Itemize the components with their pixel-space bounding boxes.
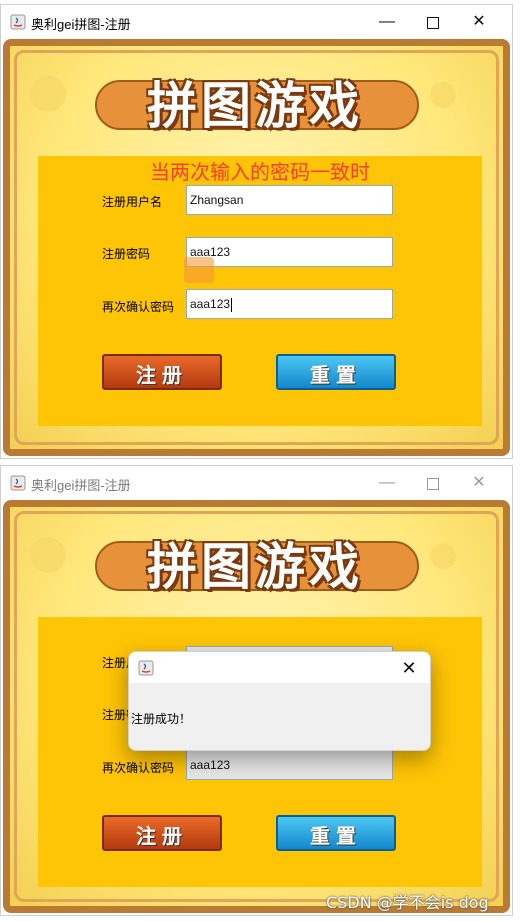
confirm-password-label: 再次确认密码 [102,761,175,775]
close-icon: ✕ [472,13,486,30]
dialog-close-button[interactable]: ✕ [396,655,422,681]
logo-text: 拼图游戏 [147,538,363,596]
reset-button[interactable]: 重置 [276,354,396,390]
password-input[interactable]: aaa123 [186,237,393,267]
maximize-button[interactable] [410,9,456,35]
maximize-button[interactable] [410,470,456,496]
reset-button[interactable]: 重置 [276,815,396,851]
dialog-message: 注册成功！ [131,712,192,726]
confirm-password-value: aaa123 [190,297,231,311]
title-bar[interactable]: 奥利gei拼图-注册 — ✕ [1,5,512,39]
confirm-password-label: 再次确认密码 [102,300,175,314]
password-label: 注册密码 [102,247,151,261]
close-button[interactable]: ✕ [456,470,502,496]
window-title: 奥利gei拼图-注册 [31,17,131,32]
background-spot [30,537,66,573]
username-input[interactable]: Zhangsan [186,185,393,215]
reset-button-label: 重置 [310,363,362,387]
game-logo: 拼图游戏 [95,521,419,599]
confirm-password-input[interactable]: aaa123 [186,750,393,780]
register-window-1: 奥利gei拼图-注册 — ✕ 拼图游戏 当两次输入的密码一致时 注册用户名 Zh… [0,4,513,459]
dialog-body: 注册成功！ [129,683,430,750]
window-title: 奥利gei拼图-注册 [31,478,131,493]
background-spot [430,543,456,569]
close-icon: ✕ [401,658,417,678]
username-label: 注册用户名 [102,195,163,209]
minimize-icon: — [379,474,395,491]
java-app-icon [10,475,26,491]
minimize-button[interactable]: — [364,470,410,496]
background-spot [30,76,66,112]
register-panel: 当两次输入的密码一致时 注册用户名 Zhangsan 注册密码 aaa123 再… [38,156,482,426]
background-badge [184,257,214,283]
watermark: CSDN @学不会is dog [326,893,489,912]
minimize-button[interactable]: — [364,9,410,35]
text-caret [231,297,233,312]
background-spot [430,82,456,108]
close-icon: ✕ [472,474,486,491]
register-button-label: 注册 [136,363,188,387]
success-dialog: ✕ 注册成功！ [128,651,431,751]
confirm-password-input[interactable]: aaa123 [186,289,393,319]
java-app-icon [138,660,154,676]
maximize-icon [427,17,439,29]
game-logo: 拼图游戏 [95,60,419,138]
register-button[interactable]: 注册 [102,354,222,390]
maximize-icon [427,478,439,490]
reset-button-label: 重置 [310,824,362,848]
register-button[interactable]: 注册 [102,815,222,851]
java-app-icon [10,14,26,30]
title-bar[interactable]: 奥利gei拼图-注册 — ✕ [1,466,512,500]
game-background: 拼图游戏 当两次输入的密码一致时 注册用户名 Zhangsan 注册密码 aaa… [3,39,510,456]
close-button[interactable]: ✕ [456,9,502,35]
password-match-notice: 当两次输入的密码一致时 [150,160,370,184]
logo-text: 拼图游戏 [147,77,363,135]
register-button-label: 注册 [136,824,188,848]
minimize-icon: — [379,13,395,30]
